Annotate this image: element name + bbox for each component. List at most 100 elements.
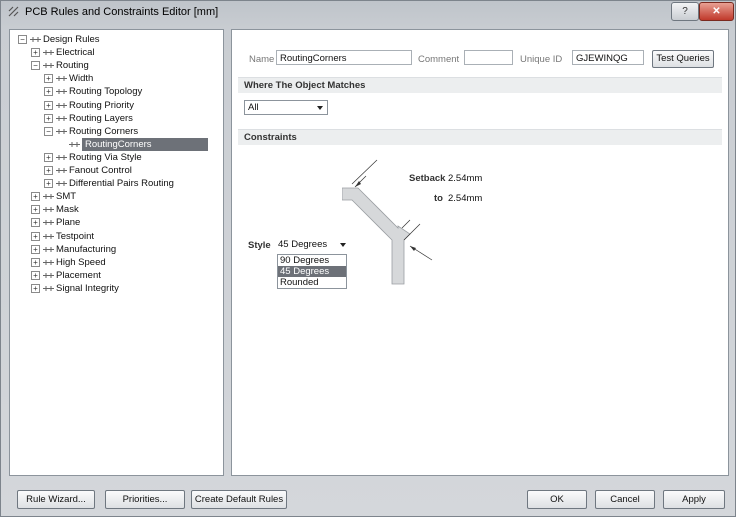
tree-item[interactable]: + Signal Integrity <box>10 282 215 295</box>
tree-item-label: Width <box>69 73 94 85</box>
tree-item-label: Routing Corners <box>69 125 139 137</box>
routing-icon <box>56 87 67 96</box>
tree-item[interactable]: + Plane <box>10 216 215 229</box>
tree-item[interactable]: − Design Rules <box>10 33 215 46</box>
expand-icon[interactable]: + <box>31 244 40 254</box>
comment-field[interactable] <box>464 50 513 65</box>
match-dropdown[interactable]: All <box>244 100 328 115</box>
design-rules-icon <box>30 35 41 44</box>
tree-item[interactable]: + Placement <box>10 269 215 282</box>
to-value[interactable]: 2.54mm <box>448 193 482 204</box>
style-options-list: 90 Degrees 45 Degrees Rounded <box>277 254 347 289</box>
rule-detail-panel: Name RoutingCorners Comment Unique ID GJ… <box>231 29 729 476</box>
style-option-rounded[interactable]: Rounded <box>278 277 346 288</box>
tree-item[interactable]: + Differential Pairs Routing <box>10 177 215 190</box>
expand-icon[interactable]: + <box>31 48 40 58</box>
window-title: PCB Rules and Constraints Editor [mm] <box>25 6 219 18</box>
tree-item[interactable]: + Routing Layers <box>10 112 215 125</box>
tree-item-label: Routing <box>56 60 89 72</box>
expand-icon[interactable]: + <box>44 100 53 110</box>
tree-item[interactable]: + Manufacturing <box>10 243 215 256</box>
rule-wizard-button[interactable]: Rule Wizard... <box>17 490 95 509</box>
style-label: Style <box>248 240 271 251</box>
tree-item[interactable]: + Routing Priority <box>10 99 215 112</box>
style-dropdown[interactable]: 45 Degrees <box>278 238 348 252</box>
constraints-header: Constraints <box>238 129 722 145</box>
style-option-90-degrees[interactable]: 90 Degrees <box>278 255 346 266</box>
tree-item-label: Routing Topology <box>69 86 143 98</box>
help-button[interactable]: ? <box>671 2 699 21</box>
tree-item-label: Routing Via Style <box>69 151 142 163</box>
ok-button[interactable]: OK <box>527 490 587 509</box>
tree-item-label: Electrical <box>56 47 95 59</box>
tree-item-selected[interactable]: RoutingCorners <box>10 137 215 151</box>
collapse-icon[interactable]: − <box>31 61 40 71</box>
unique-id-field[interactable]: GJEWINQG <box>572 50 644 65</box>
tree-item[interactable]: + Electrical <box>10 46 215 59</box>
expand-icon[interactable]: + <box>44 166 53 175</box>
close-button[interactable]: ✕ <box>699 2 734 21</box>
expand-icon[interactable]: + <box>44 179 53 189</box>
rules-tree-panel[interactable]: − Design Rules + Electrical − Routing + Width + R… <box>9 29 224 476</box>
rules-editor-window: PCB Rules and Constraints Editor [mm] ? … <box>0 0 736 517</box>
mask-icon <box>43 205 54 214</box>
setback-label: Setback <box>409 173 446 184</box>
tree-item-label: Signal Integrity <box>56 282 119 294</box>
tree-item-label: Testpoint <box>56 230 95 242</box>
routing-icon <box>56 153 67 162</box>
apply-button[interactable]: Apply <box>663 490 725 509</box>
expand-icon[interactable]: + <box>31 257 40 267</box>
electrical-icon <box>43 48 54 57</box>
expand-icon[interactable]: + <box>44 113 53 123</box>
expand-icon[interactable]: + <box>31 192 40 202</box>
chevron-down-icon <box>317 106 323 110</box>
tree-item-label: High Speed <box>56 256 106 268</box>
expand-icon[interactable]: + <box>31 270 40 280</box>
expand-icon[interactable]: + <box>44 87 53 97</box>
tree-item-label: Plane <box>56 217 81 229</box>
tree-item[interactable]: + Routing Topology <box>10 85 215 98</box>
tree-item[interactable]: + Routing Via Style <box>10 151 215 164</box>
name-label: Name <box>249 54 275 65</box>
priorities-button[interactable]: Priorities... <box>105 490 185 509</box>
style-option-45-degrees[interactable]: 45 Degrees <box>278 266 346 277</box>
tree-item-label: SMT <box>56 191 77 203</box>
app-icon <box>8 6 19 17</box>
create-default-rules-button[interactable]: Create Default Rules <box>191 490 287 509</box>
tree-item[interactable]: + Mask <box>10 203 215 216</box>
expand-icon[interactable]: + <box>44 74 53 84</box>
routing-icon <box>56 179 67 188</box>
tree-item-label: Routing Layers <box>69 112 133 124</box>
plane-icon <box>43 218 54 227</box>
expand-icon[interactable]: + <box>31 283 40 293</box>
to-label: to <box>434 193 443 204</box>
tree-item[interactable]: − Routing Corners <box>10 125 215 138</box>
unique-id-label: Unique ID <box>520 54 563 65</box>
test-queries-button[interactable]: Test Queries <box>652 50 714 68</box>
tree-item[interactable]: + High Speed <box>10 256 215 269</box>
cancel-button[interactable]: Cancel <box>595 490 655 509</box>
collapse-icon[interactable]: − <box>18 35 27 44</box>
collapse-icon[interactable]: − <box>44 126 53 136</box>
manufacturing-icon <box>43 245 54 254</box>
expand-icon[interactable]: + <box>44 152 53 162</box>
tree-item-label: Differential Pairs Routing <box>69 178 174 190</box>
setback-value[interactable]: 2.54mm <box>448 173 482 184</box>
title-bar: PCB Rules and Constraints Editor [mm] ? … <box>1 1 735 25</box>
tree-item[interactable]: + Width <box>10 72 215 85</box>
tree-item[interactable]: − Routing <box>10 59 215 72</box>
name-field[interactable]: RoutingCorners <box>276 50 412 65</box>
expand-icon[interactable]: + <box>31 231 40 241</box>
tree-item[interactable]: + Fanout Control <box>10 164 215 177</box>
tree-item-label: Mask <box>56 204 79 216</box>
expand-icon[interactable]: + <box>31 205 40 215</box>
comment-label: Comment <box>418 54 460 65</box>
tree-item[interactable]: + Testpoint <box>10 230 215 243</box>
signal-integrity-icon <box>43 284 54 293</box>
expand-icon[interactable]: + <box>31 218 40 228</box>
match-dropdown-value: All <box>248 102 259 113</box>
tree-item-label: Placement <box>56 269 101 281</box>
smt-icon <box>43 192 54 201</box>
tree-item[interactable]: + SMT <box>10 190 215 203</box>
tree-item-label: RoutingCorners <box>82 137 208 151</box>
